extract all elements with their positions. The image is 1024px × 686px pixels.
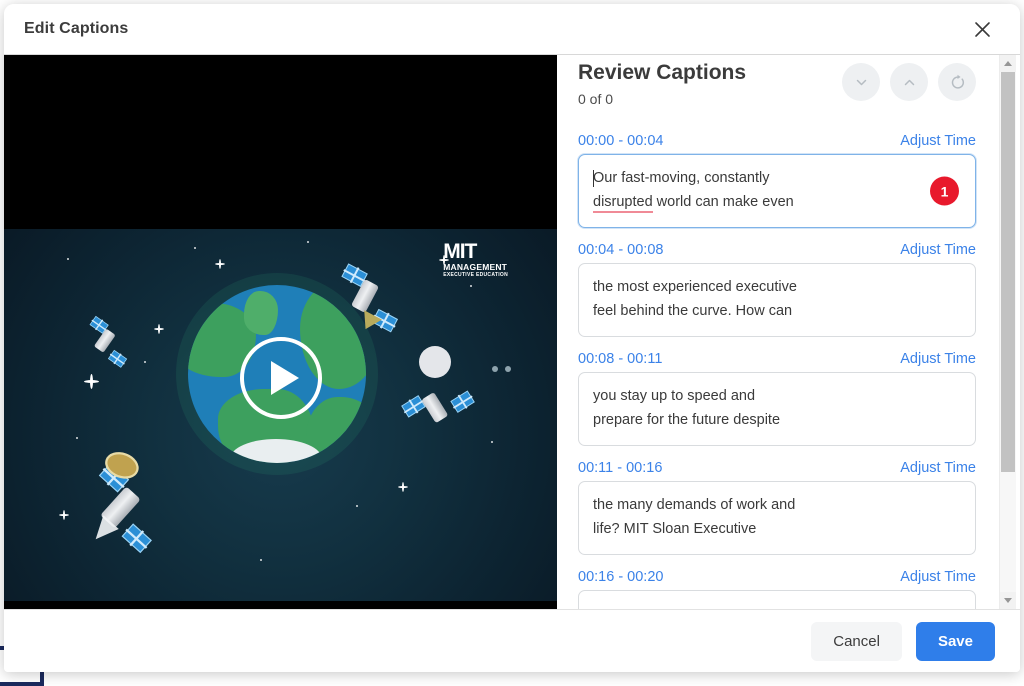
chevron-up-icon — [902, 75, 917, 90]
adjust-time-button[interactable]: Adjust Time — [900, 460, 976, 476]
video-player[interactable]: MIT MANAGEMENT EXECUTIVE EDUCATION — [4, 55, 557, 609]
caption-timestamp: 00:08 - 00:11 — [578, 351, 662, 367]
star-dot — [76, 437, 78, 439]
caption-textarea[interactable]: Our fast-moving, constantly disrupted wo… — [578, 154, 976, 228]
modal-footer: Cancel Save — [4, 609, 1020, 672]
caption-meta: 00:16 - 00:20 Adjust Time — [578, 569, 976, 585]
reset-captions-button[interactable] — [938, 63, 976, 101]
caption-list: 00:00 - 00:04 Adjust Time Our fast-movin… — [578, 133, 976, 609]
caption-text-before: Our fast-moving, constantly — [593, 170, 770, 186]
caption-timestamp: 00:16 - 00:20 — [578, 569, 663, 585]
scrollbar-track[interactable] — [1000, 72, 1016, 592]
adjust-time-button[interactable]: Adjust Time — [900, 242, 976, 258]
moon-illustration — [419, 346, 451, 378]
adjust-time-button[interactable]: Adjust Time — [900, 133, 976, 149]
star-dot — [194, 247, 196, 249]
star-dot — [67, 258, 69, 260]
caption-text-after: world can make even — [653, 194, 794, 210]
caption-nav-actions — [842, 61, 976, 101]
video-frame: MIT MANAGEMENT EXECUTIVE EDUCATION — [4, 229, 557, 601]
orbit-dots — [492, 366, 511, 372]
caret-down-icon — [1004, 598, 1012, 603]
logo-line-2: MANAGEMENT — [443, 263, 508, 272]
modal-body: MIT MANAGEMENT EXECUTIVE EDUCATION Revie… — [4, 55, 1020, 609]
captions-pane: Review Captions 0 of 0 — [557, 55, 1020, 609]
captions-scrollbar[interactable] — [999, 55, 1016, 609]
caption-timestamp: 00:04 - 00:08 — [578, 242, 663, 258]
caption-item: 00:00 - 00:04 Adjust Time Our fast-movin… — [578, 133, 976, 228]
caption-meta: 00:00 - 00:04 Adjust Time — [578, 133, 976, 149]
review-captions-title: Review Captions — [578, 61, 746, 85]
logo-line-1: MIT — [443, 241, 508, 262]
logo-line-3: EXECUTIVE EDUCATION — [443, 273, 508, 278]
cancel-button[interactable]: Cancel — [811, 622, 902, 661]
caption-meta: 00:08 - 00:11 Adjust Time — [578, 351, 976, 367]
chevron-down-icon — [854, 75, 869, 90]
caption-meta: 00:11 - 00:16 Adjust Time — [578, 460, 976, 476]
edit-captions-modal: Edit Captions — [4, 4, 1020, 672]
caption-meta: 00:04 - 00:08 Adjust Time — [578, 242, 976, 258]
caption-textarea[interactable] — [578, 590, 976, 609]
caption-timestamp: 00:00 - 00:04 — [578, 133, 663, 149]
caption-textarea[interactable]: the most experienced executive feel behi… — [578, 263, 976, 337]
caption-text: Our fast-moving, constantly disrupted wo… — [593, 167, 915, 214]
save-button[interactable]: Save — [916, 622, 995, 661]
star-dot — [470, 285, 472, 287]
star-dot — [144, 361, 146, 363]
caption-item: 00:11 - 00:16 Adjust Time the many deman… — [578, 460, 976, 555]
caret-up-icon — [1004, 61, 1012, 66]
close-button[interactable] — [966, 13, 998, 45]
page-title: Edit Captions — [24, 20, 128, 38]
caption-counter: 0 of 0 — [578, 91, 746, 107]
captions-scroll-area: Review Captions 0 of 0 — [557, 55, 1020, 609]
caption-text: the many demands of work and life? MIT S… — [593, 494, 915, 541]
modal-header: Edit Captions — [4, 4, 1020, 55]
caption-item: 00:16 - 00:20 Adjust Time — [578, 569, 976, 609]
next-caption-button[interactable] — [842, 63, 880, 101]
star-dot — [260, 559, 262, 561]
adjust-time-button[interactable]: Adjust Time — [900, 351, 976, 367]
previous-caption-button[interactable] — [890, 63, 928, 101]
caption-textarea[interactable]: the many demands of work and life? MIT S… — [578, 481, 976, 555]
misspelled-word: disrupted — [593, 194, 653, 213]
scrollbar-thumb[interactable] — [1001, 72, 1015, 472]
scroll-down-button[interactable] — [1000, 592, 1016, 609]
adjust-time-button[interactable]: Adjust Time — [900, 569, 976, 585]
close-icon — [973, 20, 992, 39]
star-dot — [307, 241, 309, 243]
caption-text: the most experienced executive feel behi… — [593, 276, 915, 323]
refresh-icon — [949, 74, 966, 91]
caption-timestamp: 00:11 - 00:16 — [578, 460, 662, 476]
scroll-up-button[interactable] — [1000, 55, 1016, 72]
error-count-badge: 1 — [930, 177, 959, 206]
caption-text: you stay up to speed and prepare for the… — [593, 385, 915, 432]
captions-heading-group: Review Captions 0 of 0 — [578, 61, 746, 107]
caption-textarea[interactable]: you stay up to speed and prepare for the… — [578, 372, 976, 446]
earth-landmass — [244, 291, 278, 335]
captions-header: Review Captions 0 of 0 — [578, 55, 976, 107]
caption-item: 00:08 - 00:11 Adjust Time you stay up to… — [578, 351, 976, 446]
star-dot — [356, 505, 358, 507]
play-button[interactable] — [240, 337, 322, 419]
play-icon — [271, 361, 299, 395]
caption-item: 00:04 - 00:08 Adjust Time the most exper… — [578, 242, 976, 337]
star-dot — [491, 441, 493, 443]
mit-logo: MIT MANAGEMENT EXECUTIVE EDUCATION — [443, 241, 508, 278]
